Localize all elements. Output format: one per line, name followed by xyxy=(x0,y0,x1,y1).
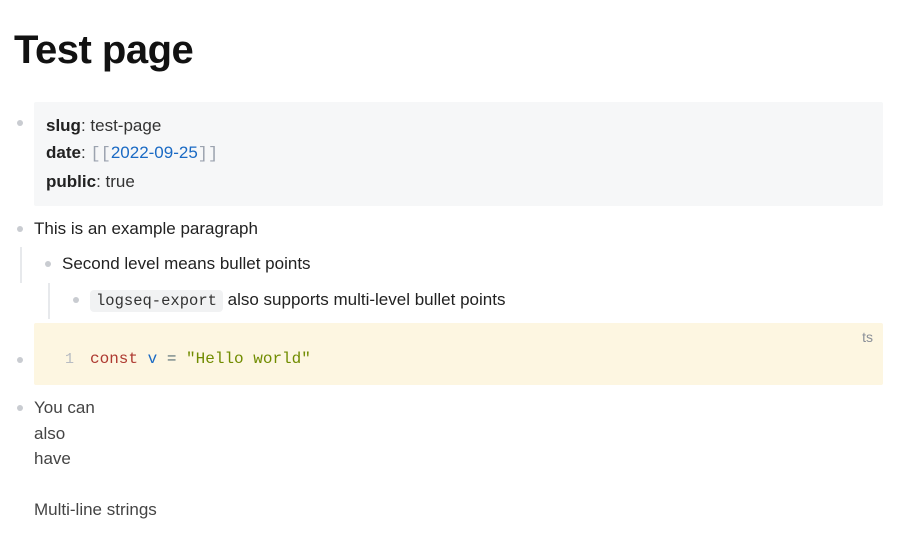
token-identifier: v xyxy=(138,350,167,368)
block-bullet-l3[interactable]: logseq-export also supports multi-level … xyxy=(70,287,883,313)
fm-val-slug: test-page xyxy=(90,116,161,135)
fm-key-date: date xyxy=(46,143,81,162)
frontmatter-block[interactable]: slug: test-page date: [[2022-09-25]] pub… xyxy=(14,102,883,206)
thread-line xyxy=(48,283,50,319)
page-ref-date[interactable]: 2022-09-25 xyxy=(111,143,198,162)
frontmatter-row-date: date: [[2022-09-25]] xyxy=(46,139,871,168)
inline-code: logseq-export xyxy=(90,290,223,312)
block-paragraph[interactable]: This is an example paragraph xyxy=(14,216,883,242)
token-string: "Hello world" xyxy=(186,350,311,368)
fm-key-public: public xyxy=(46,172,96,191)
block-text: This is an example paragraph xyxy=(34,219,258,238)
frontmatter-box: slug: test-page date: [[2022-09-25]] pub… xyxy=(34,102,883,206)
token-operator: = xyxy=(167,350,186,368)
fm-colon: : xyxy=(96,172,105,191)
block-text: Second level means bullet points xyxy=(62,254,311,273)
code-block[interactable]: ts 1 const v = "Hello world" xyxy=(34,323,883,386)
code-line: 1 const v = "Hello world" xyxy=(48,323,869,372)
block-bullet-l2[interactable]: Second level means bullet points xyxy=(42,251,883,277)
page-title: Test page xyxy=(14,20,883,80)
page-ref-close: ]] xyxy=(198,145,218,164)
block-multiline[interactable]: You can also have Multi-line strings xyxy=(14,395,883,523)
frontmatter-row-public: public: true xyxy=(46,168,871,195)
token-keyword: const xyxy=(90,350,138,368)
thread-line xyxy=(20,247,22,283)
block-text-multiline: You can also have Multi-line strings xyxy=(34,395,883,523)
fm-val-public: true xyxy=(106,172,135,191)
block-text: also supports multi-level bullet points xyxy=(223,290,506,309)
frontmatter-row-slug: slug: test-page xyxy=(46,112,871,139)
fm-key-slug: slug xyxy=(46,116,81,135)
fm-colon: : xyxy=(81,116,90,135)
code-lang-label: ts xyxy=(862,327,873,348)
code-line-number: 1 xyxy=(48,349,74,372)
block-code[interactable]: ts 1 const v = "Hello world" xyxy=(14,323,883,386)
page-ref-open: [[ xyxy=(90,145,110,164)
fm-colon: : xyxy=(81,143,90,162)
